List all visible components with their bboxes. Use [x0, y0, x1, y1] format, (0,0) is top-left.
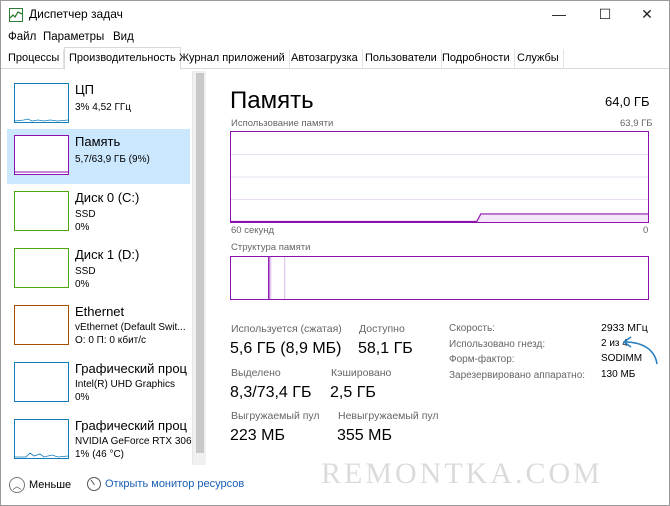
resource-title: Память [75, 134, 121, 149]
close-button[interactable]: ✕ [625, 1, 669, 27]
resource-detail: Intel(R) UHD Graphics [75, 379, 176, 390]
resource-gpu-0[interactable]: Графический проц Intel(R) UHD Graphics 0… [7, 356, 190, 411]
task-manager-icon [9, 8, 23, 22]
gpu0-thumbnail-graph [14, 362, 69, 402]
speed-label: Скорость: [449, 323, 495, 334]
tab-processes[interactable]: Процессы [4, 49, 65, 69]
paged-pool-value: 223 МБ [230, 427, 285, 444]
committed-value: 8,3/73,4 ГБ [230, 384, 312, 401]
resource-ethernet[interactable]: Ethernet vEthernet (Default Swit... О: 0… [7, 299, 190, 354]
memory-structure-bar [230, 256, 649, 300]
paged-pool-label: Выгружаемый пул [231, 410, 320, 422]
task-manager-window: Диспетчер задач — ☐ ✕ Файл Параметры Вид… [0, 0, 670, 506]
watermark-text: REMONTKA.COM [321, 457, 603, 490]
maximize-icon: ☐ [598, 5, 612, 22]
annotation-arrow-icon [622, 336, 658, 365]
resource-cpu[interactable]: ЦП 3% 4,52 ГГц [7, 77, 190, 132]
tab-users[interactable]: Пользователи [361, 49, 442, 69]
resource-usage: 0% [75, 222, 90, 233]
resource-title: Диск 0 (C:) [75, 190, 140, 205]
ethernet-thumbnail-graph [14, 305, 69, 345]
window-title: Диспетчер задач [29, 7, 123, 21]
minimize-button[interactable]: — [537, 1, 581, 27]
menu-options[interactable]: Параметры [43, 31, 104, 43]
minimize-icon: — [552, 6, 566, 22]
resource-title: ЦП [75, 82, 94, 97]
resource-detail: vEthernet (Default Swit... [75, 322, 186, 333]
memory-usage-area [231, 213, 648, 222]
disk0-thumbnail-graph [14, 191, 69, 231]
in-use-label: Используется (сжатая) [231, 323, 342, 335]
cached-label: Кэшировано [331, 367, 392, 379]
title-bar: Диспетчер задач — ☐ ✕ [1, 1, 669, 29]
fewer-details-label: Меньше [29, 479, 72, 491]
nonpaged-pool-value: 355 МБ [337, 427, 392, 444]
chevron-up-icon: ︿ [9, 477, 25, 493]
resource-usage: 1% (46 °C) [75, 449, 125, 460]
usage-graph-max: 63,9 ГБ [620, 118, 653, 129]
scrollbar-thumb[interactable] [196, 73, 204, 453]
panel-title: Память [230, 87, 314, 114]
resource-detail: 3% 4,52 ГГц [75, 102, 132, 113]
resource-detail: 5,7/63,9 ГБ (9%) [75, 154, 150, 165]
form-factor-label: Форм-фактор: [449, 354, 515, 365]
resource-list: ЦП 3% 4,52 ГГц Память 5,7/63,9 ГБ (9%) Д… [1, 71, 205, 465]
resource-detail: SSD [75, 209, 96, 220]
resource-title: Графический проц [75, 418, 187, 433]
in-use-value: 5,6 ГБ (8,9 МБ) [230, 340, 342, 357]
hardware-reserved-label: Зарезервировано аппаратно: [449, 370, 586, 381]
memory-usage-graph [230, 131, 649, 223]
tab-bar: Процессы Производительность Журнал прило… [1, 47, 669, 70]
cached-value: 2,5 ГБ [330, 384, 376, 401]
close-icon: ✕ [641, 5, 653, 22]
time-axis-right: 0 [643, 225, 649, 236]
resource-usage: 0% [75, 392, 90, 403]
structure-graph-label: Структура памяти [231, 242, 311, 253]
resource-detail: NVIDIA GeForce RTX 3060 [75, 436, 193, 447]
resource-disk-0[interactable]: Диск 0 (C:) SSD 0% [7, 185, 190, 240]
resource-title: Ethernet [75, 304, 125, 319]
resource-gpu-1[interactable]: Графический проц NVIDIA GeForce RTX 3060… [7, 413, 193, 465]
hardware-reserved-value: 130 МБ [601, 369, 636, 380]
fewer-details-button[interactable]: ︿ Меньше [9, 477, 71, 493]
open-resource-monitor-label: Открыть монитор ресурсов [105, 478, 245, 490]
cpu-thumbnail-graph [14, 83, 69, 123]
resource-title: Графический проц [75, 361, 187, 376]
committed-label: Выделено [231, 367, 281, 379]
tab-details[interactable]: Подробности [438, 49, 515, 69]
resource-monitor-icon [87, 477, 101, 491]
memory-thumbnail-graph [14, 135, 69, 175]
speed-value: 2933 МГц [601, 322, 648, 334]
tab-services[interactable]: Службы [513, 49, 564, 69]
available-label: Доступно [359, 323, 405, 335]
maximize-button[interactable]: ☐ [583, 1, 627, 27]
gpu1-thumbnail-graph [14, 419, 69, 459]
menu-view[interactable]: Вид [113, 31, 134, 43]
nonpaged-pool-label: Невыгружаемый пул [338, 410, 439, 422]
tab-app-history[interactable]: Журнал приложений [175, 49, 290, 69]
resource-usage: О: 0 П: 0 кбит/с [75, 335, 147, 346]
resource-memory[interactable]: Память 5,7/63,9 ГБ (9%) [7, 129, 190, 184]
resource-detail: SSD [75, 266, 96, 277]
usage-grid [231, 154, 648, 200]
tab-startup[interactable]: Автозагрузка [287, 49, 363, 69]
disk1-thumbnail-graph [14, 248, 69, 288]
tab-performance[interactable]: Производительность [64, 47, 181, 70]
usage-graph-label: Использование памяти [231, 118, 334, 129]
panel-total-memory: 64,0 ГБ [605, 94, 650, 109]
resource-title: Диск 1 (D:) [75, 247, 140, 262]
slots-used-label: Использовано гнезд: [449, 339, 546, 350]
available-value: 58,1 ГБ [358, 340, 413, 357]
resource-list-scrollbar[interactable] [192, 71, 206, 465]
menu-file[interactable]: Файл [8, 31, 36, 43]
resource-usage: 0% [75, 279, 90, 290]
resource-disk-1[interactable]: Диск 1 (D:) SSD 0% [7, 242, 190, 297]
open-resource-monitor-link[interactable]: Открыть монитор ресурсов [87, 477, 244, 491]
time-axis-left: 60 секунд [231, 225, 275, 236]
